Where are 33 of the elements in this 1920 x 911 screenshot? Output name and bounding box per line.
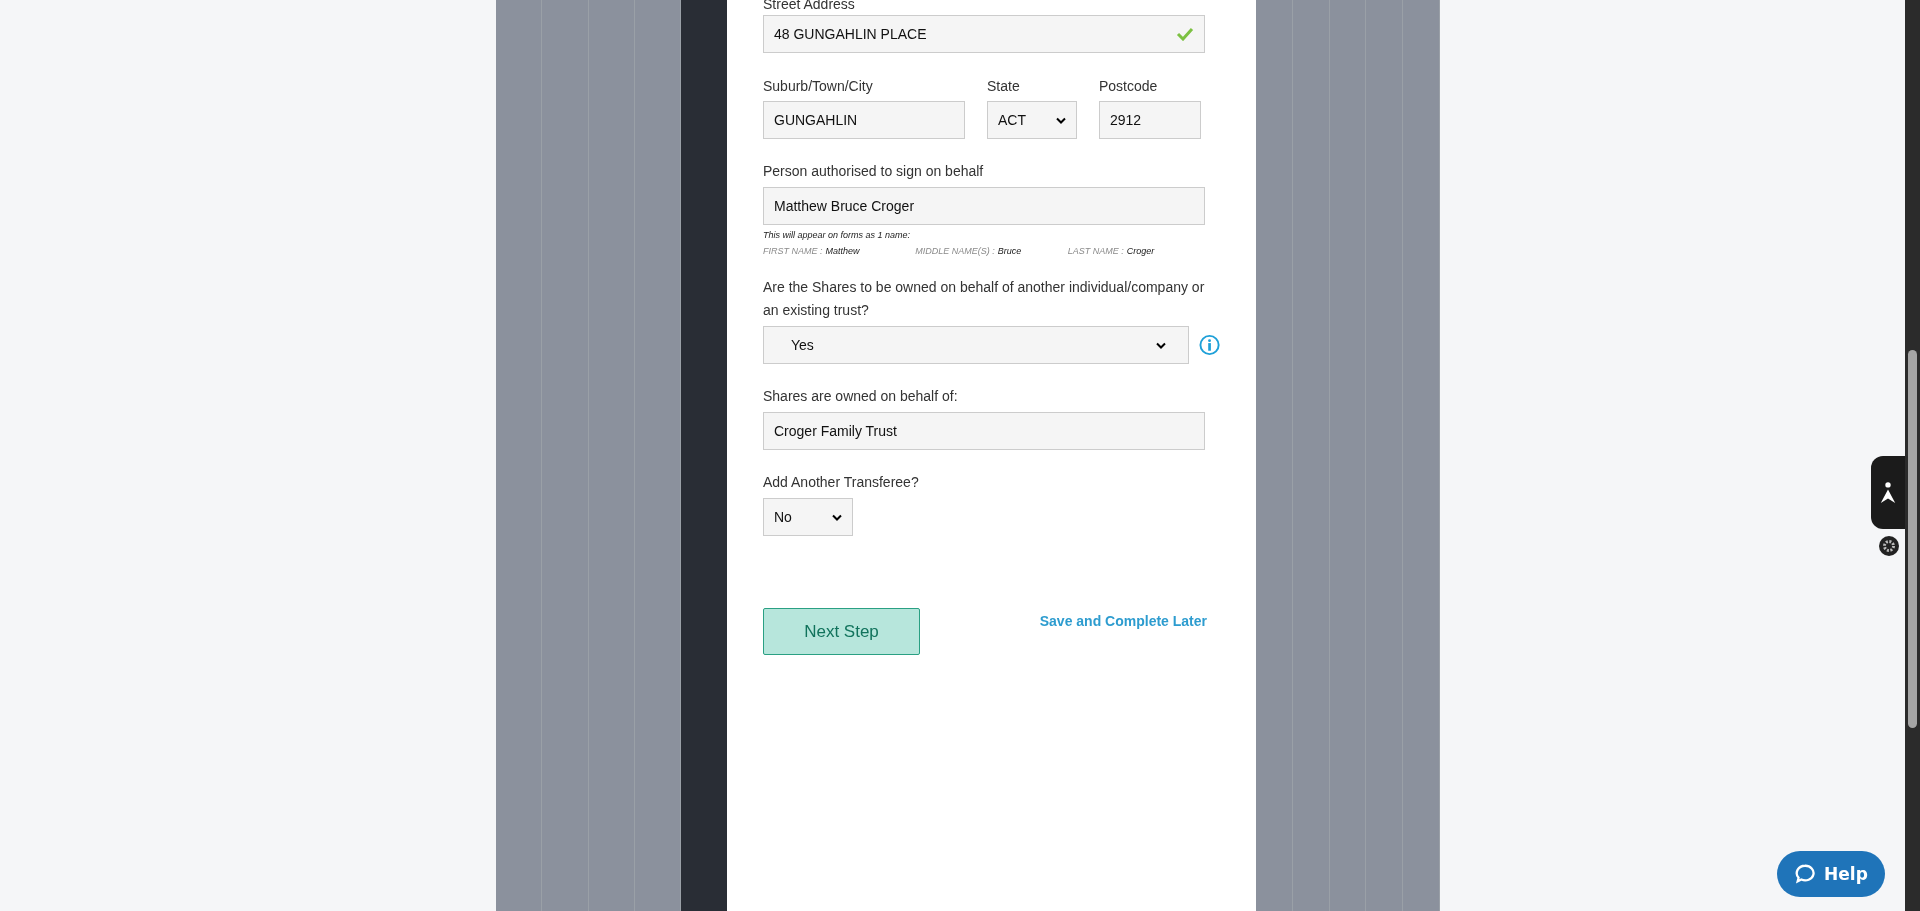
- name-part-value: Bruce: [997, 246, 1022, 256]
- name-part-label: FIRST NAME :: [763, 246, 823, 256]
- info-icon[interactable]: [1198, 334, 1220, 356]
- person-icon: [1879, 480, 1897, 505]
- next-step-button[interactable]: Next Step: [763, 608, 920, 655]
- hint-text: This will appear on forms as 1 name:: [763, 230, 912, 240]
- help-button[interactable]: Help: [1777, 851, 1885, 897]
- input-field[interactable]: 2912: [1099, 101, 1201, 139]
- input-field[interactable]: GUNGAHLIN: [763, 101, 965, 139]
- field-label: Suburb/Town/City: [763, 78, 874, 94]
- name-part-value: Croger: [1126, 246, 1155, 256]
- field-label: Shares are owned on behalf of:: [763, 388, 959, 404]
- accessibility-tab[interactable]: [1871, 456, 1905, 529]
- input-field[interactable]: 48 GUNGAHLIN PLACE: [763, 15, 1205, 53]
- behalf-dropdown[interactable]: Yes: [763, 326, 1189, 364]
- name-part-value: Matthew: [825, 246, 860, 256]
- chevron-down-icon: [1155, 341, 1166, 349]
- field-label: Person authorised to sign on behalf: [763, 163, 985, 179]
- chat-bubble-icon: [1794, 863, 1817, 885]
- settings-icon[interactable]: [1879, 536, 1899, 556]
- input-field[interactable]: Croger Family Trust: [763, 412, 1205, 450]
- input-field[interactable]: Matthew Bruce Croger: [763, 187, 1205, 225]
- field-label: State: [987, 78, 1021, 94]
- field-label: Add Another Transferee?: [763, 474, 920, 490]
- transferee-dropdown[interactable]: No: [763, 498, 853, 536]
- scrollbar[interactable]: [1905, 0, 1920, 911]
- chevron-down-icon: [832, 513, 842, 521]
- chevron-down-icon: [1056, 116, 1066, 124]
- name-part-label: MIDDLE NAME(S) :: [915, 246, 995, 256]
- name-part-label: LAST NAME :: [1067, 246, 1124, 256]
- state-dropdown[interactable]: ACT: [987, 101, 1077, 139]
- question-label: Are the Shares to be owned on behalf of another individual/company or an existing trust?: [763, 278, 1206, 320]
- field-label: Postcode: [1099, 78, 1159, 94]
